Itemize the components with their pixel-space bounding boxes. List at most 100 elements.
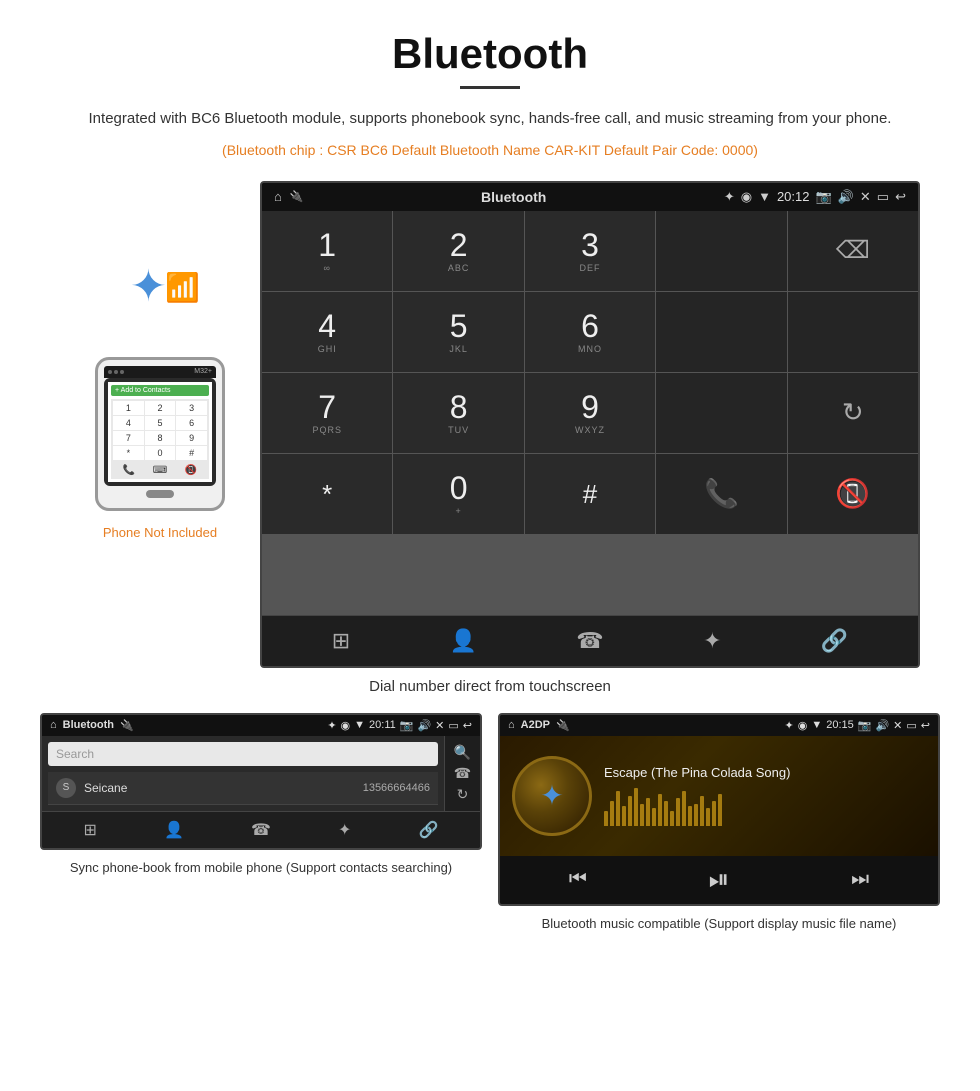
dial-key-7[interactable]: 7 PQRS (262, 373, 392, 453)
dial-key-star[interactable]: * (262, 454, 392, 534)
home-icon[interactable]: ⌂ (274, 189, 282, 204)
nav-grid-icon[interactable]: ⊞ (332, 628, 350, 654)
bluetooth-icon-area: ✦ 📶 (120, 261, 200, 341)
phone-key-3[interactable]: 3 (176, 401, 207, 415)
phonebook-content: Search S Seicane 13566664466 (42, 736, 444, 811)
dial-key-3[interactable]: 3 DEF (525, 211, 655, 291)
music-controls: ⏮ ⏯ ⏭ (500, 856, 938, 904)
phone-key-5[interactable]: 5 (145, 416, 176, 430)
eq-bar (652, 808, 656, 826)
phone-dot-3 (120, 370, 124, 374)
pb-back-icon[interactable]: ↩ (463, 719, 472, 732)
phone-not-included-label: Phone Not Included (103, 525, 217, 540)
music-status-left: ⌂ A2DP 🔌 (508, 719, 570, 732)
dial-refresh[interactable]: ↻ (788, 373, 918, 453)
dial-key-8[interactable]: 8 TUV (393, 373, 523, 453)
bluetooth-status-icon: ✦ (724, 189, 735, 205)
dial-key-4[interactable]: 4 GHI (262, 292, 392, 372)
pb-nav-person[interactable]: 👤 (164, 820, 184, 840)
search-bar[interactable]: Search (48, 742, 438, 766)
dial-key-0[interactable]: 0 + (393, 454, 523, 534)
phone-key-9[interactable]: 9 (176, 431, 207, 445)
equalizer-bars (604, 786, 926, 826)
dial-empty-3 (788, 292, 918, 372)
music-info: Escape (The Pina Colada Song) (604, 765, 926, 826)
eq-bar (646, 798, 650, 826)
dial-key-1[interactable]: 1 ∞ (262, 211, 392, 291)
volume-icon[interactable]: 🔊 (838, 189, 854, 205)
nav-person-icon[interactable]: 👤 (450, 628, 477, 654)
dial-red-end[interactable]: 📵 (788, 454, 918, 534)
song-title: Escape (The Pina Colada Song) (604, 765, 926, 780)
music-cam-icon[interactable]: 📷 (858, 719, 872, 732)
phone-key-7[interactable]: 7 (113, 431, 144, 445)
contact-row[interactable]: S Seicane 13566664466 (48, 772, 438, 805)
time-display: 20:12 (777, 189, 810, 204)
phone-home-button[interactable] (146, 490, 174, 498)
phone-status-bar: M32+ (104, 366, 216, 378)
dial-key-9[interactable]: 9 WXYZ (525, 373, 655, 453)
dial-key-6[interactable]: 6 MNO (525, 292, 655, 372)
pb-close-icon[interactable]: ✕ (435, 719, 444, 732)
phone-action-row: 📞 ⌨ 📵 (111, 462, 209, 479)
album-bt-icon: ✦ (540, 779, 563, 812)
nav-link-icon[interactable]: 🔗 (821, 628, 848, 654)
pb-sig-icon: ▼ (354, 719, 365, 731)
pb-nav-grid[interactable]: ⊞ (84, 820, 97, 840)
add-contact-button[interactable]: + Add to Contacts (111, 385, 209, 396)
pb-nav-link[interactable]: 🔗 (419, 820, 439, 840)
pb-nav-bt[interactable]: ✦ (338, 820, 351, 840)
camera-icon[interactable]: 📷 (816, 189, 832, 205)
pb-cam-icon[interactable]: 📷 (400, 719, 414, 732)
car-main-screen: ⌂ 🔌 Bluetooth ✦ ◉ ▼ 20:12 📷 🔊 ✕ ▭ ↩ 1 ∞ (260, 181, 920, 668)
phone-key-1[interactable]: 1 (113, 401, 144, 415)
pb-phone-icon[interactable]: ☎ (454, 765, 471, 782)
music-close-icon[interactable]: ✕ (893, 719, 902, 732)
music-back-icon[interactable]: ↩ (921, 719, 930, 732)
pb-screen-icon[interactable]: ▭ (448, 719, 458, 732)
phone-call-icon[interactable]: 📞 (123, 465, 135, 476)
prev-track-button[interactable]: ⏮ (569, 868, 587, 891)
eq-bar (694, 804, 698, 826)
back-nav-icon[interactable]: ↩ (895, 189, 906, 205)
pb-search-icon[interactable]: 🔍 (454, 744, 471, 761)
phone-end-icon[interactable]: 📵 (185, 465, 197, 476)
dial-backspace[interactable]: ⌫ (788, 211, 918, 291)
screen-icon[interactable]: ▭ (877, 189, 889, 205)
music-screen-wrapper: ⌂ A2DP 🔌 ✦ ◉ ▼ 20:15 📷 🔊 ✕ ▭ ↩ (498, 713, 940, 934)
dial-empty-4 (656, 373, 786, 453)
phone-key-hash[interactable]: # (176, 446, 207, 460)
nav-bluetooth-icon[interactable]: ✦ (703, 628, 721, 654)
dial-key-hash[interactable]: # (525, 454, 655, 534)
phone-key-star[interactable]: * (113, 446, 144, 460)
dial-green-call[interactable]: 📞 (656, 454, 786, 534)
dial-key-2[interactable]: 2 ABC (393, 211, 523, 291)
pb-refresh-icon[interactable]: ↻ (457, 786, 469, 803)
search-placeholder: Search (56, 747, 94, 761)
phone-key-6[interactable]: 6 (176, 416, 207, 430)
music-screen-icon[interactable]: ▭ (906, 719, 916, 732)
contact-name: Seicane (84, 781, 363, 795)
phone-key-8[interactable]: 8 (145, 431, 176, 445)
pb-vol-icon[interactable]: 🔊 (417, 719, 431, 732)
music-vol-icon[interactable]: 🔊 (875, 719, 889, 732)
phone-key-4[interactable]: 4 (113, 416, 144, 430)
eq-bar (700, 796, 704, 826)
pb-home-icon[interactable]: ⌂ (50, 719, 57, 731)
phone-key-0[interactable]: 0 (145, 446, 176, 460)
title-underline (460, 86, 520, 89)
location-icon: ◉ (741, 189, 752, 205)
eq-bar (610, 801, 614, 826)
phone-key-2[interactable]: 2 (145, 401, 176, 415)
pb-status-left: ⌂ Bluetooth 🔌 (50, 719, 134, 732)
phone-keypad-icon[interactable]: ⌨ (153, 465, 167, 476)
next-track-button[interactable]: ⏭ (851, 868, 869, 891)
eq-bar (622, 806, 626, 826)
music-home-icon[interactable]: ⌂ (508, 719, 515, 731)
contact-number: 13566664466 (363, 782, 430, 794)
nav-phone-icon[interactable]: ☎ (576, 628, 603, 654)
close-icon[interactable]: ✕ (860, 189, 871, 205)
pb-nav-phone[interactable]: ☎ (251, 820, 271, 840)
dial-key-5[interactable]: 5 JKL (393, 292, 523, 372)
play-pause-button[interactable]: ⏯ (709, 864, 730, 896)
